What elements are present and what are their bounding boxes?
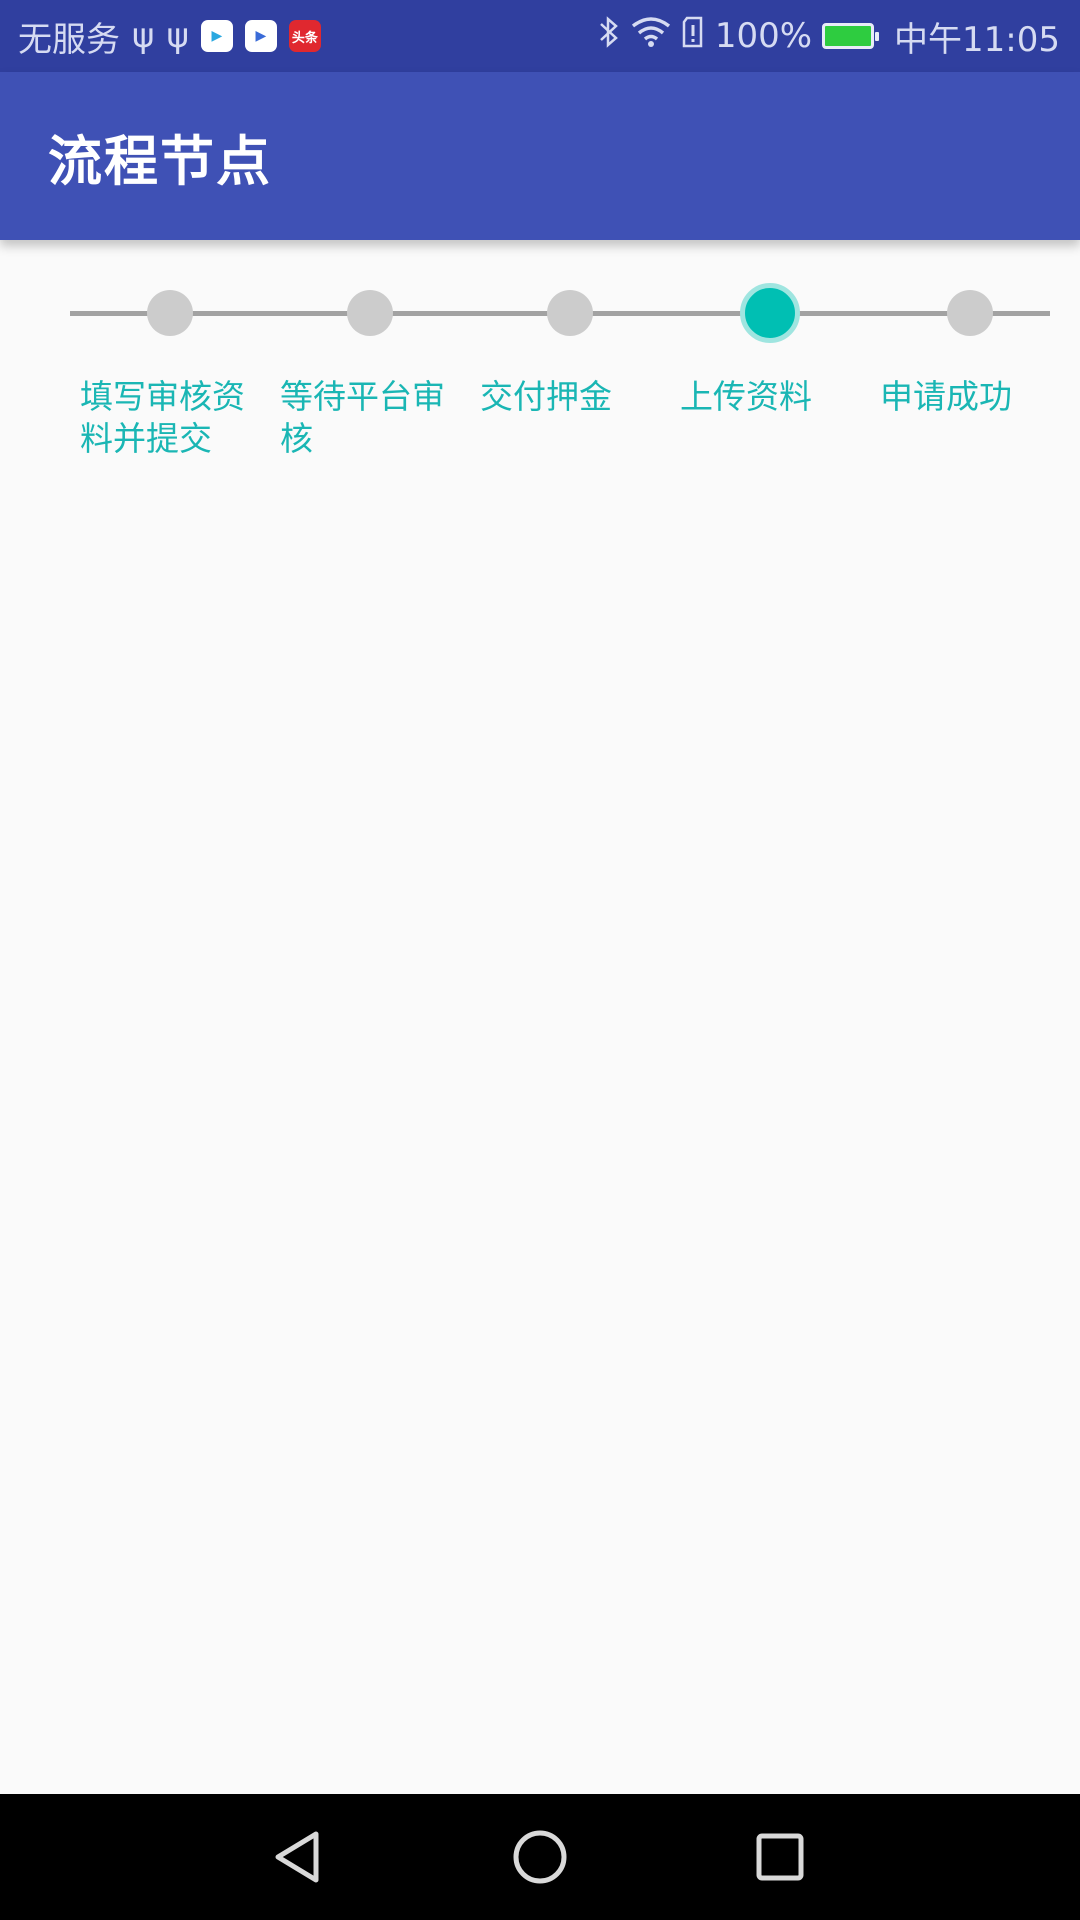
recents-icon[interactable] [747,1824,813,1890]
status-left: 无服务 ψ ψ ▶ ▶ 头条 [18,12,321,61]
wifi-icon [631,16,671,57]
step-label-2: 等待平台审核 [280,377,445,458]
battery-percent: 100% [714,16,813,56]
video-app-icon: ▶ [244,20,277,52]
back-icon[interactable] [266,1824,332,1890]
usb-icon: ψ [132,16,155,56]
status-bar: 无服务 ψ ψ ▶ ▶ 头条 100% 中午11:05 [0,0,1080,72]
app-bar: 流程节点 [0,72,1080,240]
step-node-1[interactable] [147,290,193,336]
step-node-3[interactable] [547,290,593,336]
page-title: 流程节点 [48,129,272,193]
step-node-5[interactable] [947,290,993,336]
home-icon[interactable] [507,1824,573,1890]
step-label-1: 填写审核资料并提交 [80,377,245,458]
step-label-3: 交付押金 [480,377,612,416]
carrier-text: 无服务 [18,19,120,60]
video-app-icon: ▶ [200,20,233,52]
status-right: 100% 中午11:05 [597,12,1060,61]
toutiao-app-icon: 头条 [288,20,321,52]
sim-alert-icon [681,16,705,57]
step-label-4: 上传资料 [680,377,812,416]
battery-charging-icon [822,23,880,49]
status-time: 中午11:05 [894,19,1060,60]
step-label-5: 申请成功 [880,377,1012,416]
process-stepper: 填写审核资料并提交 等待平台审核 交付押金 上传资料 申请成功 [0,240,1080,500]
usb-icon: ψ [166,16,189,56]
step-node-2[interactable] [347,290,393,336]
bluetooth-icon [597,15,621,58]
navigation-bar [0,1794,1080,1920]
step-node-4-active[interactable] [740,283,800,343]
